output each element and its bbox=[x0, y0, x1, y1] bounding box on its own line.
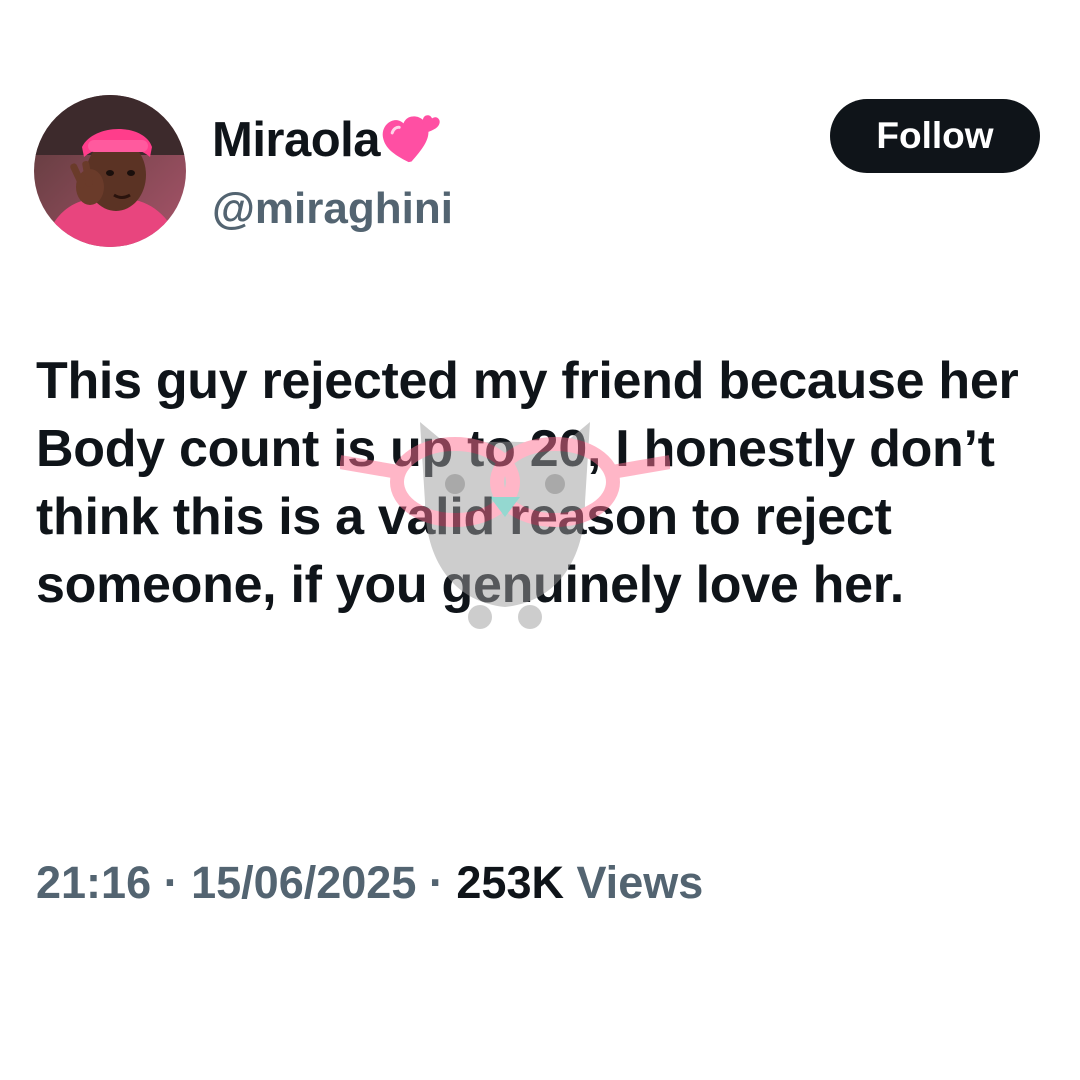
tweet-text: This guy rejected my friend because her … bbox=[36, 352, 1019, 614]
views-count: 253K bbox=[456, 857, 564, 908]
avatar-image bbox=[34, 95, 186, 247]
display-name[interactable]: Miraola bbox=[212, 110, 444, 170]
meta-separator: · bbox=[428, 857, 444, 908]
tweet-date[interactable]: 15/06/2025 bbox=[191, 857, 416, 908]
user-handle[interactable]: @miraghini bbox=[212, 183, 453, 235]
avatar[interactable] bbox=[34, 95, 186, 247]
follow-button[interactable]: Follow bbox=[830, 99, 1040, 173]
two-hearts-icon bbox=[382, 108, 444, 168]
tweet-meta: 21:16 · 15/06/2025 · 253K Views bbox=[36, 854, 703, 912]
tweet-time[interactable]: 21:16 bbox=[36, 857, 151, 908]
meta-separator: · bbox=[163, 857, 179, 908]
views-label: Views bbox=[576, 857, 704, 908]
display-name-text: Miraola bbox=[212, 113, 381, 167]
